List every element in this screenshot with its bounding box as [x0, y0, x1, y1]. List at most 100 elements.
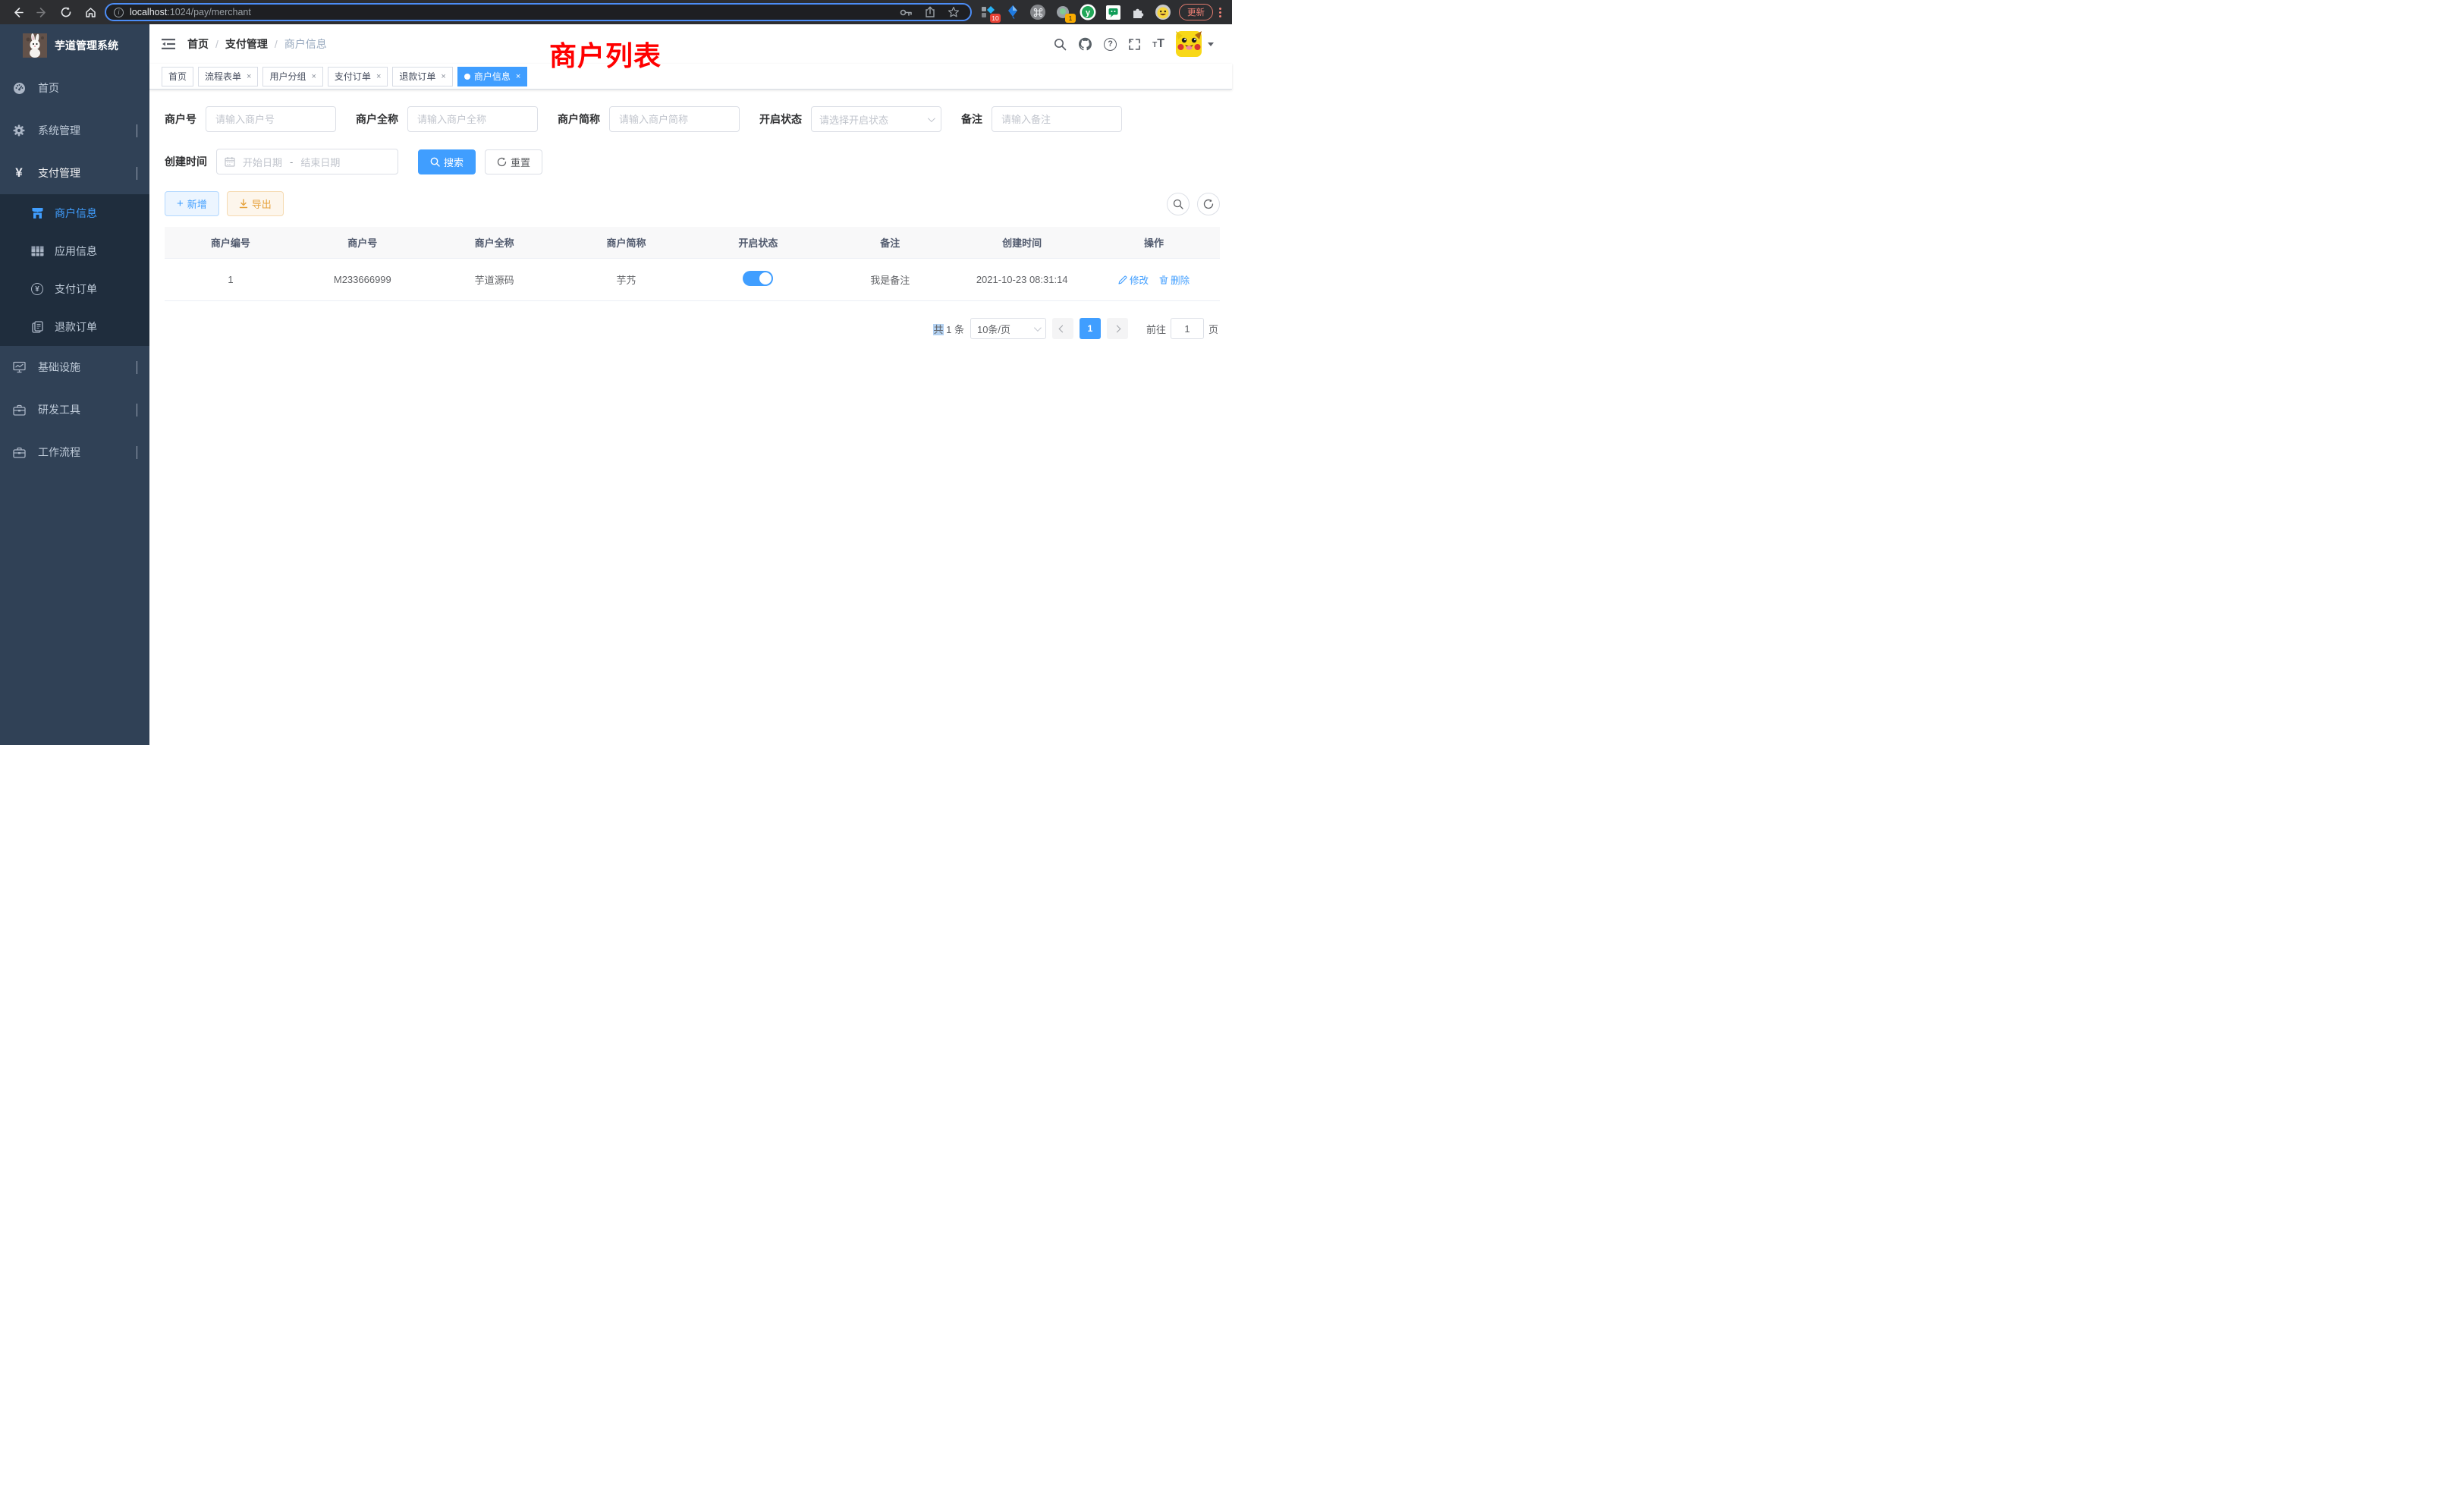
filter-row-1: 商户号 商户全称 商户简称 开启状态 请选择开启状态 [165, 106, 1220, 132]
add-button[interactable]: + 新增 [165, 191, 219, 216]
column-header: 操作 [1088, 235, 1220, 250]
url-bar[interactable]: i localhost:1024/pay/merchant [105, 3, 972, 21]
reset-button[interactable]: 重置 [485, 149, 542, 174]
merchant-table: 商户编号 商户号 商户全称 商户简称 开启状态 备注 创建时间 操作 1 M23… [165, 227, 1220, 301]
search-button[interactable]: 搜索 [418, 149, 476, 174]
export-button[interactable]: 导出 [227, 191, 284, 216]
sidebar-item-merchant-info[interactable]: 商户信息 [0, 194, 149, 232]
url-host: localhost [130, 7, 167, 17]
cell-remark: 我是备注 [824, 272, 956, 287]
browser-back-button[interactable] [8, 2, 27, 22]
breadcrumb: 首页 / 支付管理 / 商户信息 [187, 36, 327, 52]
tag-pay-order[interactable]: 支付订单× [328, 67, 388, 86]
merchant-no-input[interactable] [206, 106, 336, 132]
tag-close-icon[interactable]: × [247, 72, 251, 81]
refresh-icon [497, 157, 507, 167]
pagination: 共 1 条 10条/页 1 前往 页 [165, 318, 1220, 339]
sidebar-item-pay[interactable]: ¥ 支付管理 [0, 152, 149, 194]
sidebar-item-pay-order[interactable]: ¥ 支付订单 [0, 270, 149, 308]
user-avatar-menu[interactable] [1176, 31, 1214, 57]
top-navbar: 首页 / 支付管理 / 商户信息 ? TT [149, 24, 1232, 64]
browser-menu-icon[interactable] [1218, 8, 1224, 17]
fullscreen-icon[interactable] [1128, 38, 1141, 51]
refresh-table-button[interactable] [1197, 193, 1220, 215]
kite-extension-icon[interactable] [1004, 4, 1021, 20]
remark-input[interactable] [992, 106, 1122, 132]
sidebar-item-infra[interactable]: 基础设施 [0, 346, 149, 388]
prev-page-button[interactable] [1052, 318, 1073, 339]
sidebar-item-workflow[interactable]: 工作流程 [0, 431, 149, 473]
status-toggle[interactable] [743, 271, 773, 286]
column-header: 开启状态 [693, 235, 825, 250]
help-icon[interactable]: ? [1104, 38, 1117, 51]
cell-merchant-no: 1 [165, 274, 297, 285]
sidebar-item-dev-tools[interactable]: 研发工具 [0, 388, 149, 431]
breadcrumb-pay[interactable]: 支付管理 [225, 36, 268, 52]
password-key-icon[interactable] [900, 8, 913, 17]
github-icon[interactable] [1078, 37, 1092, 51]
sidebar-collapse-icon[interactable] [162, 38, 175, 50]
create-time-range-picker[interactable]: 开始日期 - 结束日期 [216, 149, 398, 174]
browser-forward-button[interactable] [32, 2, 52, 22]
gear-icon [12, 124, 26, 137]
sidebar-logo[interactable]: 芋道管理系统 [0, 24, 149, 67]
table-toolbar: + 新增 导出 [165, 191, 1220, 216]
command-extension-icon[interactable] [1029, 4, 1046, 20]
tag-user-group[interactable]: 用户分组× [262, 67, 322, 86]
site-info-icon[interactable]: i [114, 8, 124, 17]
status-select[interactable]: 请选择开启状态 [811, 106, 941, 132]
bookmark-star-icon[interactable] [948, 6, 960, 18]
tag-process-form[interactable]: 流程表单× [198, 67, 258, 86]
browser-reload-button[interactable] [56, 2, 76, 22]
delete-link[interactable]: 删除 [1159, 272, 1190, 287]
camera-extension-icon[interactable]: 1 [1054, 4, 1071, 20]
page-number-1[interactable]: 1 [1080, 318, 1101, 339]
profile-emoji-icon[interactable] [1155, 4, 1171, 20]
sidebar-item-label: 支付订单 [55, 281, 97, 297]
grid-icon [30, 246, 44, 256]
chat-extension-icon[interactable] [1105, 4, 1121, 20]
edit-link[interactable]: 修改 [1118, 272, 1149, 287]
tag-close-icon[interactable]: × [311, 72, 316, 81]
tag-close-icon[interactable]: × [441, 72, 445, 81]
pagination-total: 共 1 条 [933, 322, 963, 336]
browser-update-button[interactable]: 更新 [1179, 4, 1213, 20]
tags-view-bar: 首页 流程表单× 用户分组× 支付订单× 退款订单× 商户信息× [149, 64, 1232, 90]
edit-pencil-icon [1118, 275, 1127, 284]
show-search-toggle-button[interactable] [1167, 193, 1190, 215]
extensions-puzzle-icon[interactable] [1130, 4, 1146, 20]
chevron-right-icon [1114, 325, 1121, 332]
tag-merchant-info[interactable]: 商户信息× [457, 67, 527, 86]
browser-home-button[interactable] [80, 2, 100, 22]
sidebar-item-system[interactable]: 系统管理 [0, 109, 149, 152]
table-tools [1167, 193, 1220, 215]
header-search-icon[interactable] [1054, 38, 1067, 51]
full-name-input[interactable] [407, 106, 538, 132]
goto-page-input[interactable] [1171, 318, 1204, 339]
tag-home[interactable]: 首页 [162, 67, 193, 86]
cell-merchant-id: M233666999 [297, 274, 429, 285]
tag-refund-order[interactable]: 退款订单× [392, 67, 452, 86]
yen-circle-icon: ¥ [30, 283, 44, 295]
column-header: 创建时间 [956, 235, 1088, 250]
avatar-caret-icon [1208, 42, 1214, 46]
next-page-button[interactable] [1107, 318, 1128, 339]
sidebar-item-label: 系统管理 [38, 123, 80, 138]
sidebar-apps-extension-icon[interactable]: 10 [979, 4, 996, 20]
share-icon[interactable] [925, 6, 935, 18]
cell-status [693, 271, 825, 288]
page-size-select[interactable]: 10条/页 [970, 318, 1046, 339]
font-size-icon[interactable]: TT [1152, 37, 1164, 51]
yudao-extension-icon[interactable]: y [1080, 4, 1096, 20]
short-name-input[interactable] [609, 106, 740, 132]
tag-close-icon[interactable]: × [516, 72, 520, 81]
breadcrumb-home[interactable]: 首页 [187, 36, 209, 52]
filter-row-2: 创建时间 开始日期 - 结束日期 搜索 重置 [165, 149, 1220, 174]
cell-created-at: 2021-10-23 08:31:14 [956, 274, 1088, 285]
sidebar-item-app-info[interactable]: 应用信息 [0, 232, 149, 270]
sidebar-item-refund-order[interactable]: 退款订单 [0, 308, 149, 346]
sidebar-item-home[interactable]: 首页 [0, 67, 149, 109]
tag-close-icon[interactable]: × [376, 72, 381, 81]
store-icon [30, 207, 44, 219]
app-window: 芋道管理系统 首页 系统管理 ¥ 支付管理 商户信息 [0, 24, 1232, 745]
